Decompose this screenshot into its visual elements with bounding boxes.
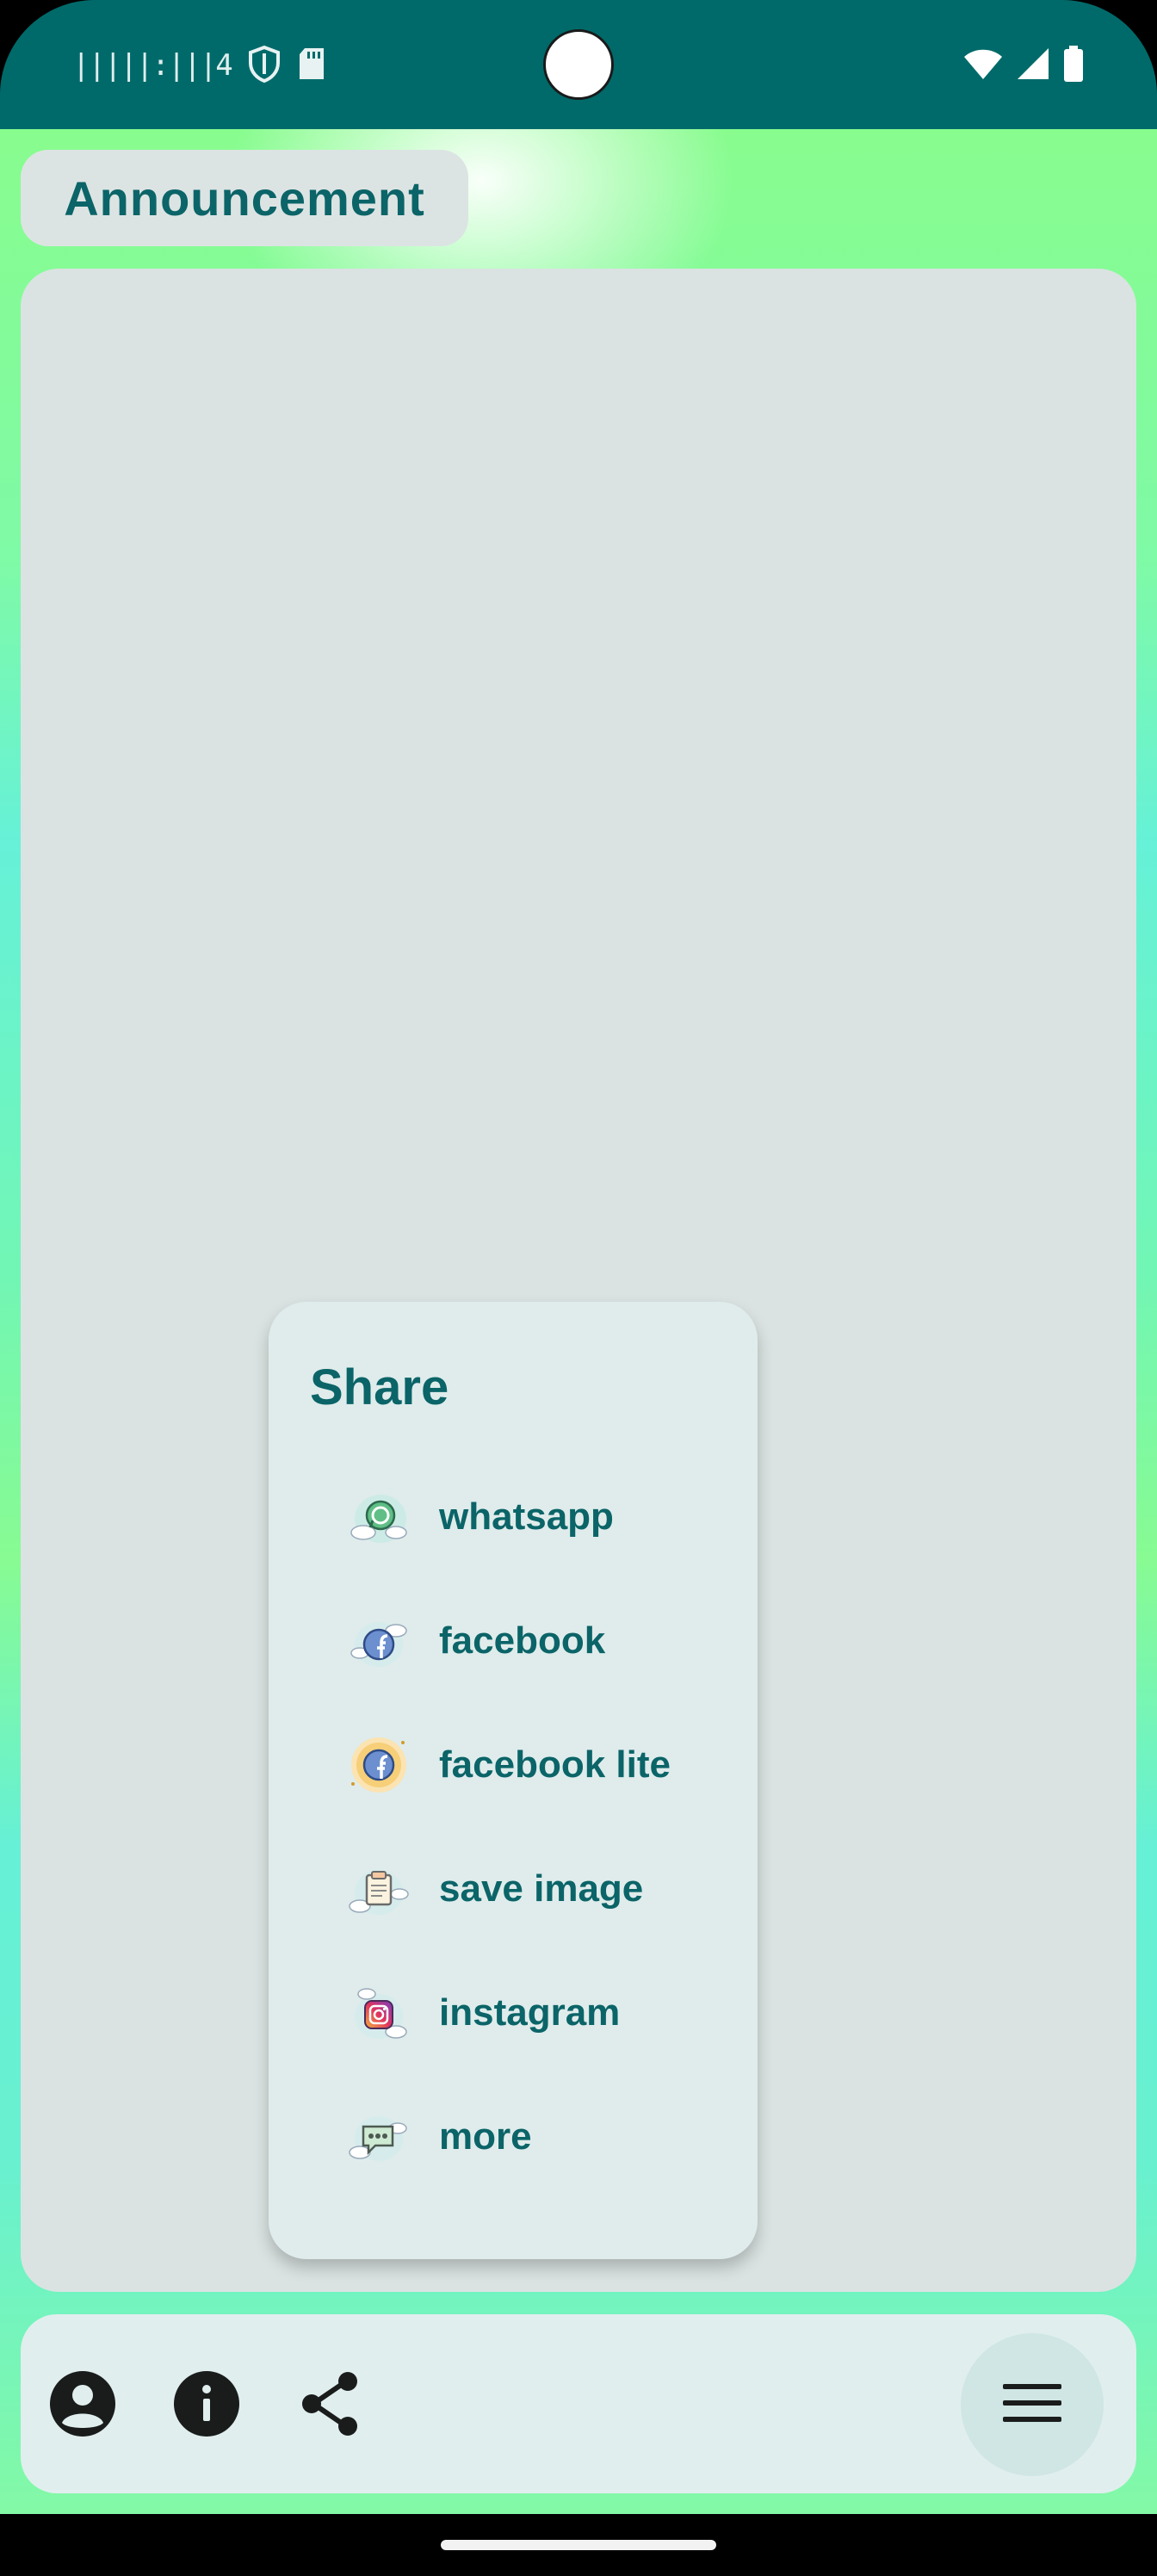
share-item-label: instagram [439,1991,621,2034]
shield-icon [247,45,282,86]
share-item-label: more [439,2115,532,2158]
share-item-label: save image [439,1867,644,1910]
save-image-icon [344,1855,413,1923]
status-text: |||||:|||4 [72,48,233,83]
share-menu: Share whatsapp facebook facebook lite sa… [269,1302,758,2259]
whatsapp-icon [344,1483,413,1551]
share-item-whatsapp[interactable]: whatsapp [344,1474,740,1560]
share-item-label: facebook lite [439,1743,671,1786]
announcement-label: Announcement [64,170,425,226]
bottom-app-bar [21,2314,1136,2493]
account-icon[interactable] [41,2362,124,2445]
menu-fab-button[interactable] [961,2333,1104,2476]
facebook-lite-icon [344,1731,413,1799]
share-icon[interactable] [289,2362,372,2445]
info-icon[interactable] [165,2362,248,2445]
cell-signal-icon [1016,46,1050,84]
camera-cutout [543,29,614,100]
share-item-save-image[interactable]: save image [344,1846,740,1932]
share-item-label: facebook [439,1619,606,1662]
announcement-chip[interactable]: Announcement [21,150,468,246]
battery-icon [1062,45,1085,86]
facebook-icon [344,1607,413,1675]
status-bar: |||||:|||4 [0,0,1157,129]
status-left: |||||:|||4 [72,45,326,86]
home-gesture-handle[interactable] [441,2540,716,2550]
share-item-facebook[interactable]: facebook [344,1598,740,1684]
share-item-label: whatsapp [439,1495,614,1538]
menu-icon [1001,2381,1063,2429]
share-item-facebook-lite[interactable]: facebook lite [344,1722,740,1808]
share-item-more[interactable]: more [344,2094,740,2180]
share-item-instagram[interactable]: instagram [344,1970,740,2056]
app-screen: |||||:|||4 Announcement Share whatsapp f… [0,0,1157,2576]
wifi-icon [962,46,1004,84]
instagram-icon [344,1978,413,2047]
sd-card-icon [297,46,326,84]
more-icon [344,2102,413,2171]
status-right [962,45,1085,86]
share-title: Share [310,1359,449,1415]
